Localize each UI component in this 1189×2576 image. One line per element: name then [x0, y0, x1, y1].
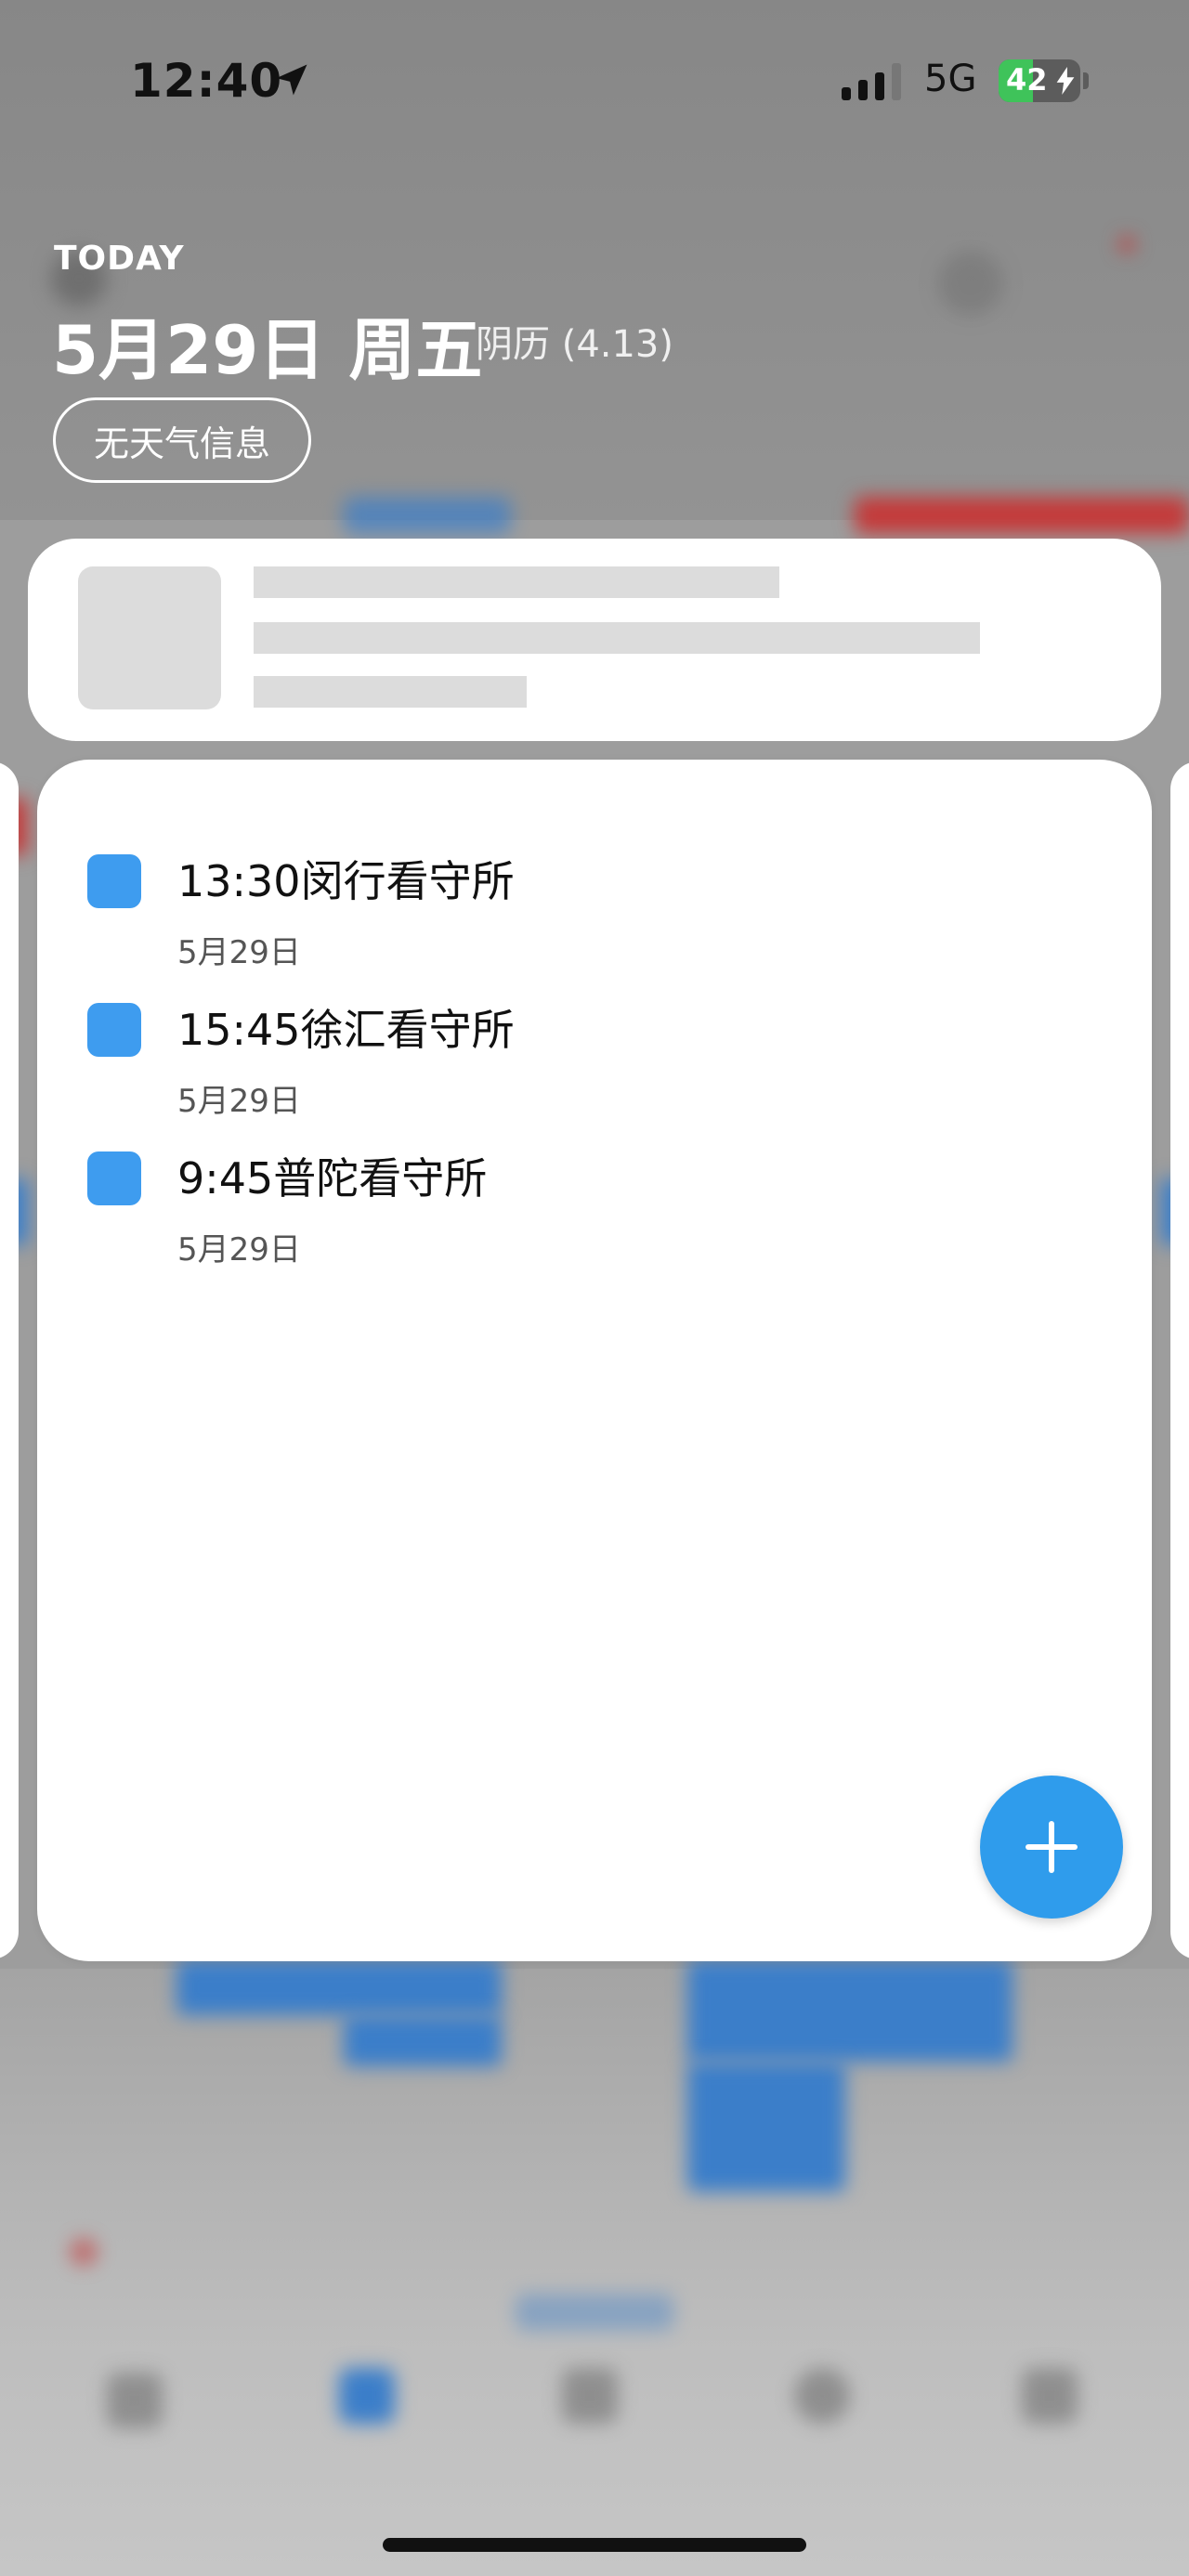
placeholder-thumbnail	[78, 566, 221, 709]
status-time: 12:40	[130, 54, 283, 108]
event-title: 13:30闵行看守所	[177, 856, 515, 906]
today-label: TODAY	[54, 240, 185, 278]
event-title: 15:45徐汇看守所	[177, 1005, 515, 1055]
date-title: 5月29日 周五	[52, 311, 483, 389]
network-type: 5G	[924, 58, 977, 100]
event-checkbox[interactable]	[87, 854, 141, 908]
plus-icon	[1026, 1821, 1078, 1873]
event-checkbox[interactable]	[87, 1151, 141, 1205]
lunar-date: 阴历 (4.13)	[476, 323, 673, 366]
battery-indicator: 42	[999, 59, 1080, 102]
event-date: 5月29日	[177, 934, 301, 971]
event-checkbox[interactable]	[87, 1003, 141, 1057]
battery-cap	[1083, 72, 1089, 89]
event-date: 5月29日	[177, 1231, 301, 1268]
status-bar: 12:40 5G 42	[0, 0, 1189, 158]
weather-label: 无天气信息	[93, 423, 270, 464]
signal-bars-icon	[842, 63, 901, 100]
placeholder-line	[254, 676, 527, 708]
battery-percent: 42	[1006, 62, 1048, 98]
event-item[interactable]: 9:45普陀看守所 5月29日	[87, 1151, 1016, 1272]
placeholder-line	[254, 622, 980, 654]
placeholder-line	[254, 566, 779, 598]
event-item[interactable]: 15:45徐汇看守所 5月29日	[87, 1003, 1016, 1124]
location-arrow-icon	[276, 64, 307, 96]
event-item[interactable]: 13:30闵行看守所 5月29日	[87, 854, 1016, 975]
events-card: 13:30闵行看守所 5月29日 15:45徐汇看守所 5月29日 9:45普陀…	[37, 760, 1152, 1961]
add-event-button[interactable]	[980, 1776, 1123, 1919]
event-date: 5月29日	[177, 1083, 301, 1120]
loading-placeholder-card	[28, 539, 1161, 741]
previous-card-peek[interactable]	[0, 761, 19, 1959]
event-title: 9:45普陀看守所	[177, 1153, 488, 1203]
charging-bolt-icon	[1056, 67, 1075, 95]
home-indicator[interactable]	[383, 2538, 806, 2552]
next-card-peek[interactable]	[1170, 761, 1189, 1959]
weather-button[interactable]: 无天气信息	[53, 397, 311, 483]
